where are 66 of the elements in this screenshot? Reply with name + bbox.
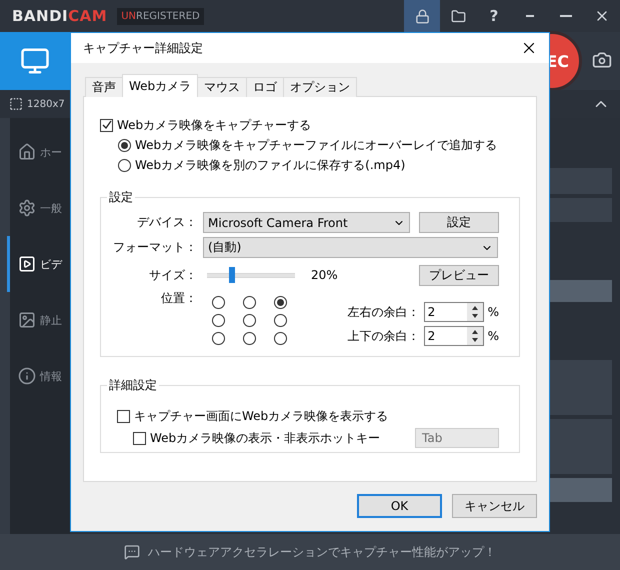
position-radio[interactable] [243,314,256,326]
unit-label: % [488,305,499,319]
tab[interactable]: ロゴ [246,77,284,97]
radio-button[interactable] [118,158,131,172]
field-label: 上下の余白： [348,328,420,344]
monitor-icon [20,46,50,76]
settings-icon [18,199,36,217]
position-radio[interactable] [274,332,287,344]
group-title: 詳細設定 [108,377,158,394]
screen-mode-button[interactable] [0,32,70,90]
image-icon [18,311,36,329]
unit-label: % [488,329,499,343]
field-label: 位置： [160,290,197,307]
dialog-button[interactable]: OK [357,494,442,518]
device-dropdown[interactable]: Microsoft Camera Front [203,212,410,233]
slider-thumb[interactable] [229,267,236,283]
folder-icon[interactable] [450,8,466,24]
message-icon [124,544,140,560]
number-field[interactable]: 2 [424,302,484,322]
radio-button[interactable] [118,138,131,152]
position-radio[interactable] [274,314,287,326]
position-radio[interactable] [212,296,225,308]
checkbox-label: キャプチャー画面にWebカメラ映像を表示する [134,408,388,424]
checkbox-label: Webカメラ映像の表示・非表示ホットキー [150,430,380,446]
radio-label: Webカメラ映像を別のファイルに保存する(.mp4) [135,156,406,174]
radio-label: Webカメラ映像をキャプチャーファイルにオーバーレイで追加する [135,136,498,154]
play-icon [18,255,36,273]
sidebar-item[interactable]: 情報 [7,348,70,404]
preview-button[interactable]: プレビュー [419,264,499,286]
field-label: サイズ： [148,266,197,284]
sidebar-item[interactable]: 一般 [7,180,70,236]
sidebar-item[interactable]: ホー [7,124,70,180]
tab[interactable]: マウス [197,77,248,97]
tab[interactable]: Webカメラ [122,74,198,97]
capture-size: 1280x7 [27,98,65,110]
field-label: デバイス： [136,214,197,231]
checkbox[interactable] [117,410,130,422]
tab[interactable]: オプション [283,77,358,97]
status-message: ハードウェアアクセラレーションでキャプチャー性能がアップ！ [148,544,496,560]
registration-badge: UNREGISTERED [117,8,204,24]
field-label: フォーマット： [112,239,197,256]
selection-icon [9,97,23,111]
group-title: 設定 [108,189,134,206]
help-button[interactable]: ? [476,0,512,32]
dialog-title: キャプチャー詳細設定 [83,40,204,56]
position-radio[interactable] [243,296,256,308]
format-dropdown[interactable]: (自動) [203,237,498,258]
spin-arrows-icon[interactable] [466,303,483,321]
size-reading: 20% [311,268,338,282]
checkbox[interactable] [100,118,113,132]
checkbox-label: Webカメラ映像をキャプチャーする [117,116,312,134]
info-icon [18,367,36,385]
tab[interactable]: 音声 [85,77,123,97]
position-radio[interactable] [274,296,287,308]
app-logo: BANDICAM [12,7,108,25]
position-radio[interactable] [212,314,225,326]
number-field[interactable]: 2 [424,326,484,346]
field-label: 左右の余白： [348,304,420,320]
lock-icon[interactable] [414,8,430,24]
sidebar-item[interactable]: 静止 [7,292,70,348]
home-icon [18,143,36,161]
dialog-button[interactable]: キャンセル [452,494,537,518]
position-radio[interactable] [212,332,225,344]
device-settings-button[interactable]: 設定 [419,212,499,233]
spin-arrows-icon[interactable] [466,327,483,345]
position-radio[interactable] [243,332,256,344]
